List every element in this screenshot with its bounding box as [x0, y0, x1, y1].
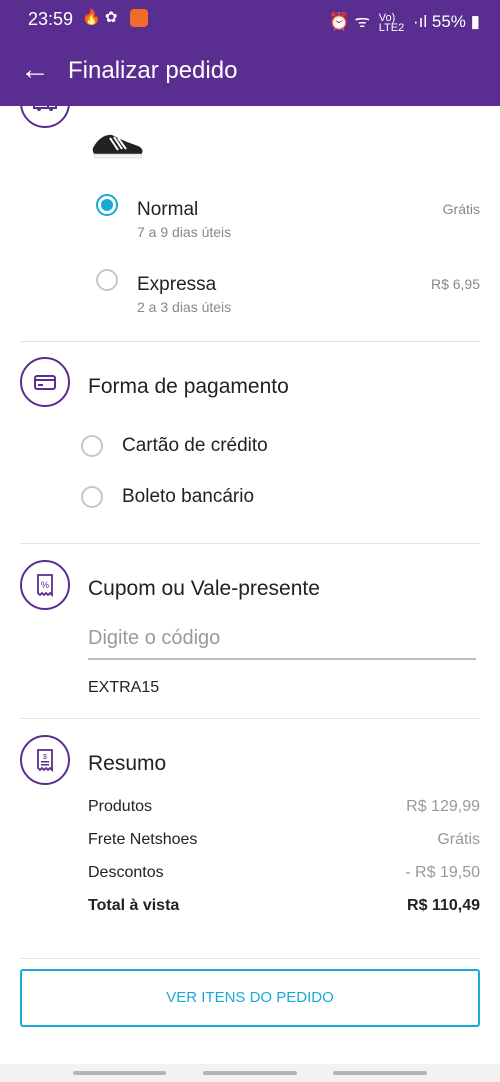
summary-row-label: Frete Netshoes [88, 831, 198, 848]
system-nav-bar [0, 1064, 500, 1082]
shipping-express-radio[interactable] [96, 269, 118, 291]
payment-boleto-radio[interactable] [81, 486, 103, 508]
status-time: 23:59 [28, 9, 74, 29]
app-bar: ← Finalizar pedido [0, 38, 500, 106]
shipping-option-title: Normal [137, 199, 199, 220]
nav-recent-apps[interactable] [73, 1071, 166, 1075]
truck-icon-circle [20, 106, 70, 128]
coupon-section-title: Cupom ou Vale-presente [88, 577, 320, 600]
summary-row-value: - R$ 19,50 [405, 864, 480, 881]
nav-back[interactable] [333, 1071, 427, 1075]
receipt-icon: $ [37, 749, 53, 773]
battery-percent: 55% [431, 12, 466, 31]
summary-total-label: Total à vista [88, 897, 180, 914]
summary-row-label: Descontos [88, 864, 164, 881]
back-arrow-icon[interactable]: ← [20, 52, 50, 88]
alarm-wifi-icon: ⏰ ᯤ [328, 12, 371, 31]
shipping-option-price: Grátis [442, 201, 480, 217]
shipping-option-subtitle: 7 a 9 dias úteis [137, 224, 232, 240]
divider [20, 718, 480, 719]
page-title: Finalizar pedido [68, 57, 238, 84]
status-right: ⏰ ᯤ Vo) LTE2 ·ıl 55% ▮ [329, 9, 480, 33]
divider [20, 341, 480, 342]
payment-credit-card-radio[interactable] [81, 435, 103, 457]
nav-home[interactable] [203, 1071, 297, 1075]
notification-icon: 🔥 ✿ [82, 9, 118, 26]
truck-icon [33, 106, 57, 111]
battery-icon: ▮ [470, 12, 480, 31]
checkout-content[interactable]: Normal 7 a 9 dias úteis Grátis Expressa … [0, 106, 500, 1064]
shipping-option-price: R$ 6,95 [430, 276, 480, 292]
coupon-icon: % [37, 574, 53, 598]
network-lte: LTE2 [378, 21, 405, 34]
product-shoe-image [92, 134, 143, 159]
card-icon-circle [20, 357, 70, 407]
network-type: Vo) LTE2 [378, 12, 405, 34]
shipping-option-subtitle: 2 a 3 dias úteis [137, 299, 232, 315]
summary-row-label: Produtos [88, 798, 153, 815]
shipping-normal-radio[interactable] [96, 194, 118, 216]
svg-text:%: % [41, 580, 49, 590]
signal-icon: ·ıl [412, 12, 428, 31]
summary-total-value: R$ 110,49 [407, 897, 480, 914]
receipt-icon-circle: $ [20, 735, 70, 785]
divider [20, 958, 480, 959]
coupon-icon-circle: % [20, 560, 70, 610]
applied-coupon-code: EXTRA15 [88, 679, 160, 696]
summary-section-title: Resumo [88, 752, 167, 775]
credit-card-icon [34, 375, 56, 390]
status-bar: 23:59 🔥 ✿ ⏰ ᯤ Vo) LTE2 ·ıl 55% ▮ [0, 0, 500, 38]
view-order-items-button[interactable]: VER ITENS DO PEDIDO [20, 969, 480, 1027]
payment-option-label[interactable]: Boleto bancário [122, 486, 254, 508]
payment-option-label[interactable]: Cartão de crédito [122, 435, 268, 457]
summary-row-value: R$ 129,99 [406, 798, 480, 815]
divider [20, 543, 480, 544]
summary-row-value: Grátis [437, 831, 480, 848]
notification-icons: 🔥 ✿ [82, 8, 148, 28]
svg-text:$: $ [43, 754, 47, 761]
app-notification-icon [129, 9, 148, 28]
payment-section-title: Forma de pagamento [88, 375, 289, 398]
coupon-code-input[interactable] [88, 618, 476, 660]
shipping-option-title: Expressa [137, 274, 217, 295]
